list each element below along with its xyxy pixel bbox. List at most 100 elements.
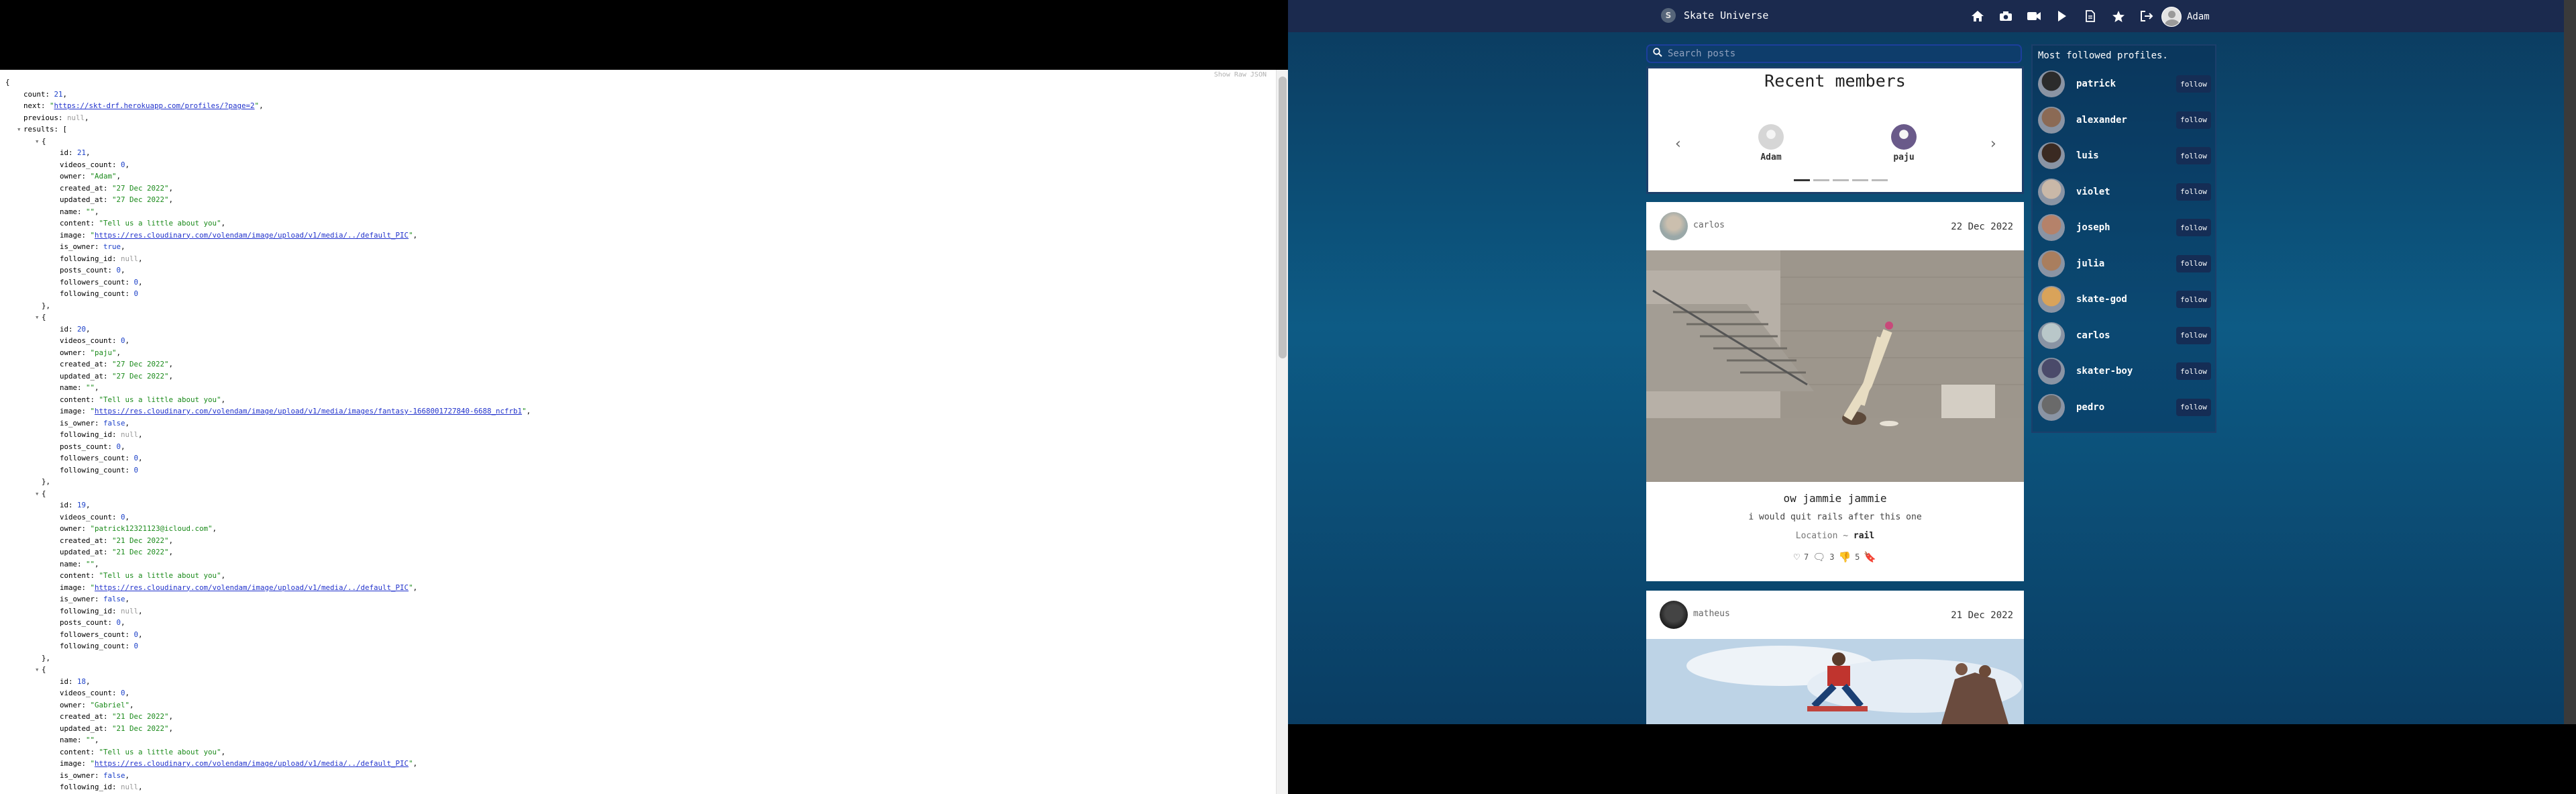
profile-name[interactable]: pedro: [2076, 402, 2176, 413]
profile-row[interactable]: pedro follow: [2038, 391, 2211, 424]
json-line: following_count: 0: [5, 288, 531, 300]
json-token: ,: [138, 454, 143, 462]
post-card[interactable]: matheus 21 Dec 2022: [1646, 591, 2024, 724]
profile-name[interactable]: skate-god: [2076, 294, 2176, 305]
follow-button[interactable]: follow: [2176, 219, 2211, 236]
avatar[interactable]: [2038, 214, 2065, 241]
follow-button[interactable]: follow: [2176, 183, 2211, 201]
json-url-link[interactable]: https://res.cloudinary.com/volendam/imag…: [95, 758, 409, 770]
profile-row[interactable]: carlos follow: [2038, 319, 2211, 352]
member-item[interactable]: paju: [1874, 124, 1934, 162]
search-bar[interactable]: [1646, 44, 2022, 63]
avatar[interactable]: [2038, 250, 2065, 277]
bookmark-icon[interactable]: 🔖: [1864, 551, 1876, 563]
comments-icon[interactable]: 🗨: [1813, 551, 1825, 563]
follow-button[interactable]: follow: [2176, 326, 2211, 344]
follow-button[interactable]: follow: [2176, 362, 2211, 380]
avatar[interactable]: [2038, 358, 2065, 385]
post-image[interactable]: [1646, 639, 2024, 724]
profile-name[interactable]: alexander: [2076, 115, 2176, 126]
document-icon[interactable]: [2081, 8, 2100, 24]
avatar[interactable]: [2038, 142, 2065, 169]
post-author[interactable]: matheus: [1693, 609, 1730, 619]
follow-button[interactable]: follow: [2176, 398, 2211, 416]
profile-row[interactable]: joseph follow: [2038, 211, 2211, 244]
json-token: [: [62, 125, 68, 134]
json-token: "27 Dec 2022": [112, 371, 169, 381]
json-line: content: "Tell us a little about you",: [5, 394, 531, 406]
avatar[interactable]: [2038, 106, 2065, 134]
post-author[interactable]: carlos: [1693, 220, 1725, 230]
follow-button[interactable]: follow: [2176, 291, 2211, 308]
json-token: ,: [125, 160, 130, 169]
profile-name[interactable]: patrick: [2076, 79, 2176, 89]
profile-row[interactable]: luis follow: [2038, 140, 2211, 172]
json-token: ,: [212, 524, 217, 533]
profile-row[interactable]: skate-god follow: [2038, 283, 2211, 315]
search-input[interactable]: [1668, 48, 2003, 59]
follow-button[interactable]: follow: [2176, 75, 2211, 93]
star-icon[interactable]: [2109, 8, 2128, 24]
recent-members-title: Recent members: [1764, 71, 1906, 91]
heart-icon[interactable]: ♡: [1794, 551, 1800, 563]
play-icon[interactable]: [2053, 8, 2072, 24]
location-label: Location ~: [1795, 531, 1849, 541]
follow-button[interactable]: follow: [2176, 147, 2211, 164]
avatar[interactable]: [2038, 178, 2065, 205]
carousel-dot[interactable]: [1794, 179, 1810, 181]
avatar[interactable]: [2038, 286, 2065, 313]
follow-button[interactable]: follow: [2176, 254, 2211, 272]
chevron-left-icon[interactable]: ‹: [1675, 136, 1681, 152]
profile-row[interactable]: skater-boy follow: [2038, 355, 2211, 387]
json-viewer[interactable]: {count: 21, next: " https://skt-drf.heroku…: [0, 70, 1288, 794]
profile-row[interactable]: julia follow: [2038, 248, 2211, 280]
json-line: created_at: "21 Dec 2022",: [5, 535, 531, 547]
camera-icon[interactable]: [1996, 8, 2015, 24]
profile-row[interactable]: violet follow: [2038, 176, 2211, 208]
video-icon[interactable]: [2025, 8, 2043, 24]
avatar[interactable]: [2038, 321, 2065, 349]
nav-profile[interactable]: Adam: [2161, 7, 2210, 27]
json-url-link[interactable]: https://res.cloudinary.com/volendam/imag…: [95, 230, 409, 242]
json-token: updated_at:: [60, 195, 113, 204]
profile-name[interactable]: violet: [2076, 187, 2176, 197]
avatar[interactable]: [2038, 70, 2065, 97]
thumbs-down-icon[interactable]: 👎: [1838, 551, 1851, 563]
json-line: is_owner: false,: [5, 593, 531, 605]
chevron-right-icon[interactable]: ›: [1990, 136, 1996, 152]
profile-name[interactable]: carlos: [2076, 330, 2176, 341]
json-scroll-thumb[interactable]: [1279, 77, 1287, 358]
json-token: 21: [77, 148, 87, 157]
carousel-dot[interactable]: [1813, 179, 1829, 181]
raw-json-toggle[interactable]: Show Raw JSON: [1214, 71, 1267, 79]
avatar[interactable]: [1660, 601, 1688, 629]
json-url-link[interactable]: https://skt-drf.herokuapp.com/profiles/?…: [54, 100, 255, 112]
post-image[interactable]: [1646, 250, 2024, 482]
json-token: content:: [60, 395, 99, 404]
json-token: ,: [168, 536, 174, 545]
profile-name[interactable]: joseph: [2076, 222, 2176, 233]
profile-row[interactable]: alexander follow: [2038, 104, 2211, 136]
json-url-link[interactable]: https://res.cloudinary.com/volendam/imag…: [95, 405, 522, 417]
profile-name[interactable]: julia: [2076, 258, 2176, 269]
profile-name[interactable]: skater-boy: [2076, 366, 2176, 377]
avatar[interactable]: [2038, 393, 2065, 421]
profile-name[interactable]: luis: [2076, 150, 2176, 161]
post-card[interactable]: carlos 22 Dec 2022 ow jammie jammie i wo…: [1646, 202, 2024, 581]
json-url-link[interactable]: https://res.cloudinary.com/volendam/imag…: [95, 582, 409, 594]
member-item[interactable]: Adam: [1741, 124, 1801, 162]
avatar[interactable]: [1660, 212, 1688, 240]
carousel-dot[interactable]: [1852, 179, 1868, 181]
app-scrollbar[interactable]: [2564, 0, 2576, 724]
brand[interactable]: S Skate Universe: [1661, 8, 1768, 23]
profile-row[interactable]: patrick follow: [2038, 68, 2211, 100]
logout-icon[interactable]: [2137, 8, 2156, 24]
home-icon[interactable]: [1968, 8, 1987, 24]
follow-button[interactable]: follow: [2176, 111, 2211, 129]
carousel-dot[interactable]: [1872, 179, 1888, 181]
carousel-dot[interactable]: [1833, 179, 1849, 181]
json-token: "Tell us a little about you": [99, 571, 221, 580]
json-token: image:: [60, 759, 91, 768]
json-token: ,: [526, 407, 531, 415]
json-scrollbar[interactable]: [1276, 70, 1288, 794]
